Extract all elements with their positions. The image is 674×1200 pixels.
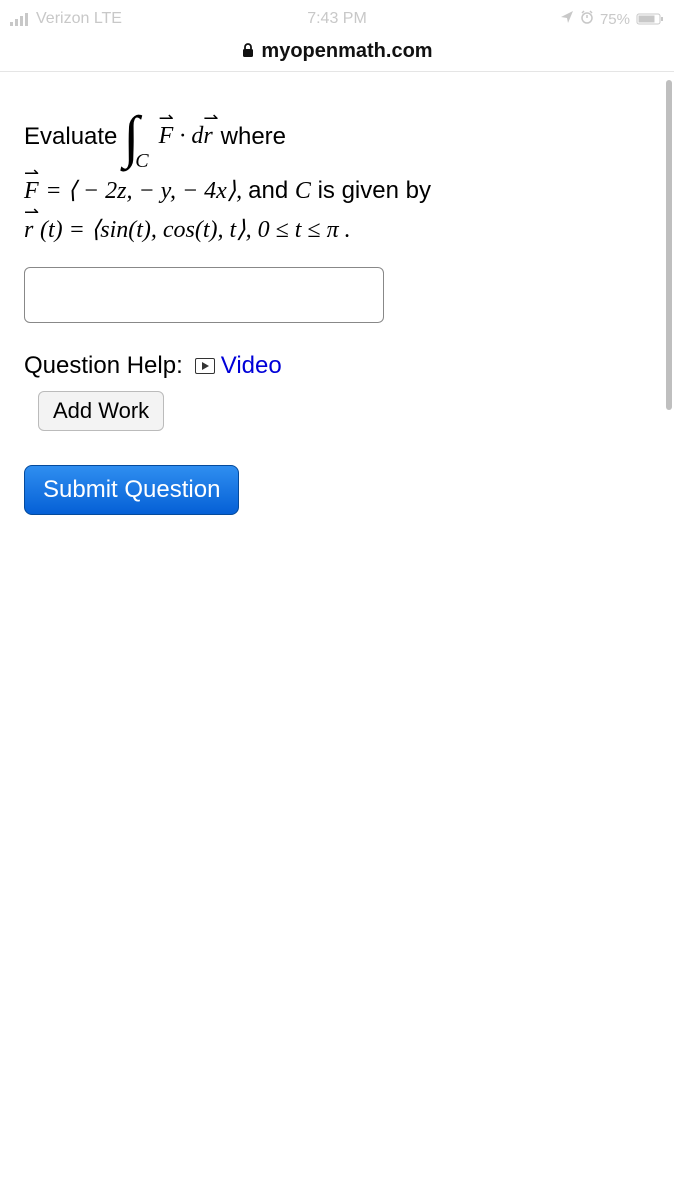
question-line-3: ⇀ r (t) = ⟨sin(t), cos(t), t⟩, 0 ≤ t ≤ π… xyxy=(24,213,650,248)
carrier-label: Verizon LTE xyxy=(36,10,122,28)
d-label: d xyxy=(191,120,203,154)
status-time: 7:43 PM xyxy=(307,10,367,28)
alarm-icon xyxy=(580,10,594,29)
submit-question-button[interactable]: Submit Question xyxy=(24,465,239,515)
url-text: myopenmath.com xyxy=(261,40,432,63)
vector-arrow-icon: ⇀ xyxy=(203,106,212,131)
evaluate-label: Evaluate xyxy=(24,120,117,154)
integral-expression: ∫ C xyxy=(123,108,152,166)
browser-url-bar[interactable]: myopenmath.com xyxy=(0,38,674,72)
question-content: Evaluate ∫ C ⇀ F · d ⇀ r where ⇀ F = ⟨ −… xyxy=(0,72,674,515)
and-label: and xyxy=(248,177,295,204)
location-icon xyxy=(560,10,574,29)
vector-arrow-icon: ⇀ xyxy=(159,106,174,131)
scrollbar-thumb[interactable] xyxy=(666,80,672,410)
vector-r-def: ⇀ r xyxy=(24,214,33,248)
where-label: where xyxy=(221,120,286,154)
video-icon xyxy=(195,358,215,374)
battery-icon xyxy=(636,12,664,26)
given-by-label: is given by xyxy=(318,177,431,204)
vector-arrow-icon: ⇀ xyxy=(24,161,39,186)
lock-icon xyxy=(241,42,255,63)
video-link[interactable]: Video xyxy=(195,349,282,383)
battery-percent: 75% xyxy=(600,11,630,28)
r-parametrization: (t) = ⟨sin(t), cos(t), t⟩, 0 ≤ t ≤ π . xyxy=(40,217,351,243)
answer-input[interactable] xyxy=(24,267,384,323)
vector-arrow-icon: ⇀ xyxy=(24,200,33,225)
video-label: Video xyxy=(221,349,282,383)
vector-r-dr: ⇀ r xyxy=(203,120,212,154)
signal-icon xyxy=(10,12,30,26)
question-line-1: Evaluate ∫ C ⇀ F · d ⇀ r where xyxy=(24,108,650,166)
integral-subscript: C xyxy=(135,147,148,175)
question-help-label: Question Help: xyxy=(24,349,183,383)
status-left: Verizon LTE xyxy=(10,10,122,28)
status-bar: Verizon LTE 7:43 PM 75% xyxy=(0,0,674,38)
curve-C: C xyxy=(295,178,311,204)
vector-F: ⇀ F xyxy=(159,120,174,154)
status-right: 75% xyxy=(560,10,664,29)
add-work-button[interactable]: Add Work xyxy=(38,391,164,431)
dot-operator: · xyxy=(179,120,185,154)
F-components: = ⟨ − 2z, − y, − 4x⟩, xyxy=(45,178,248,204)
question-line-2: ⇀ F = ⟨ − 2z, − y, − 4x⟩, and C is given… xyxy=(24,174,650,209)
question-help-row: Question Help: Video xyxy=(24,349,650,383)
